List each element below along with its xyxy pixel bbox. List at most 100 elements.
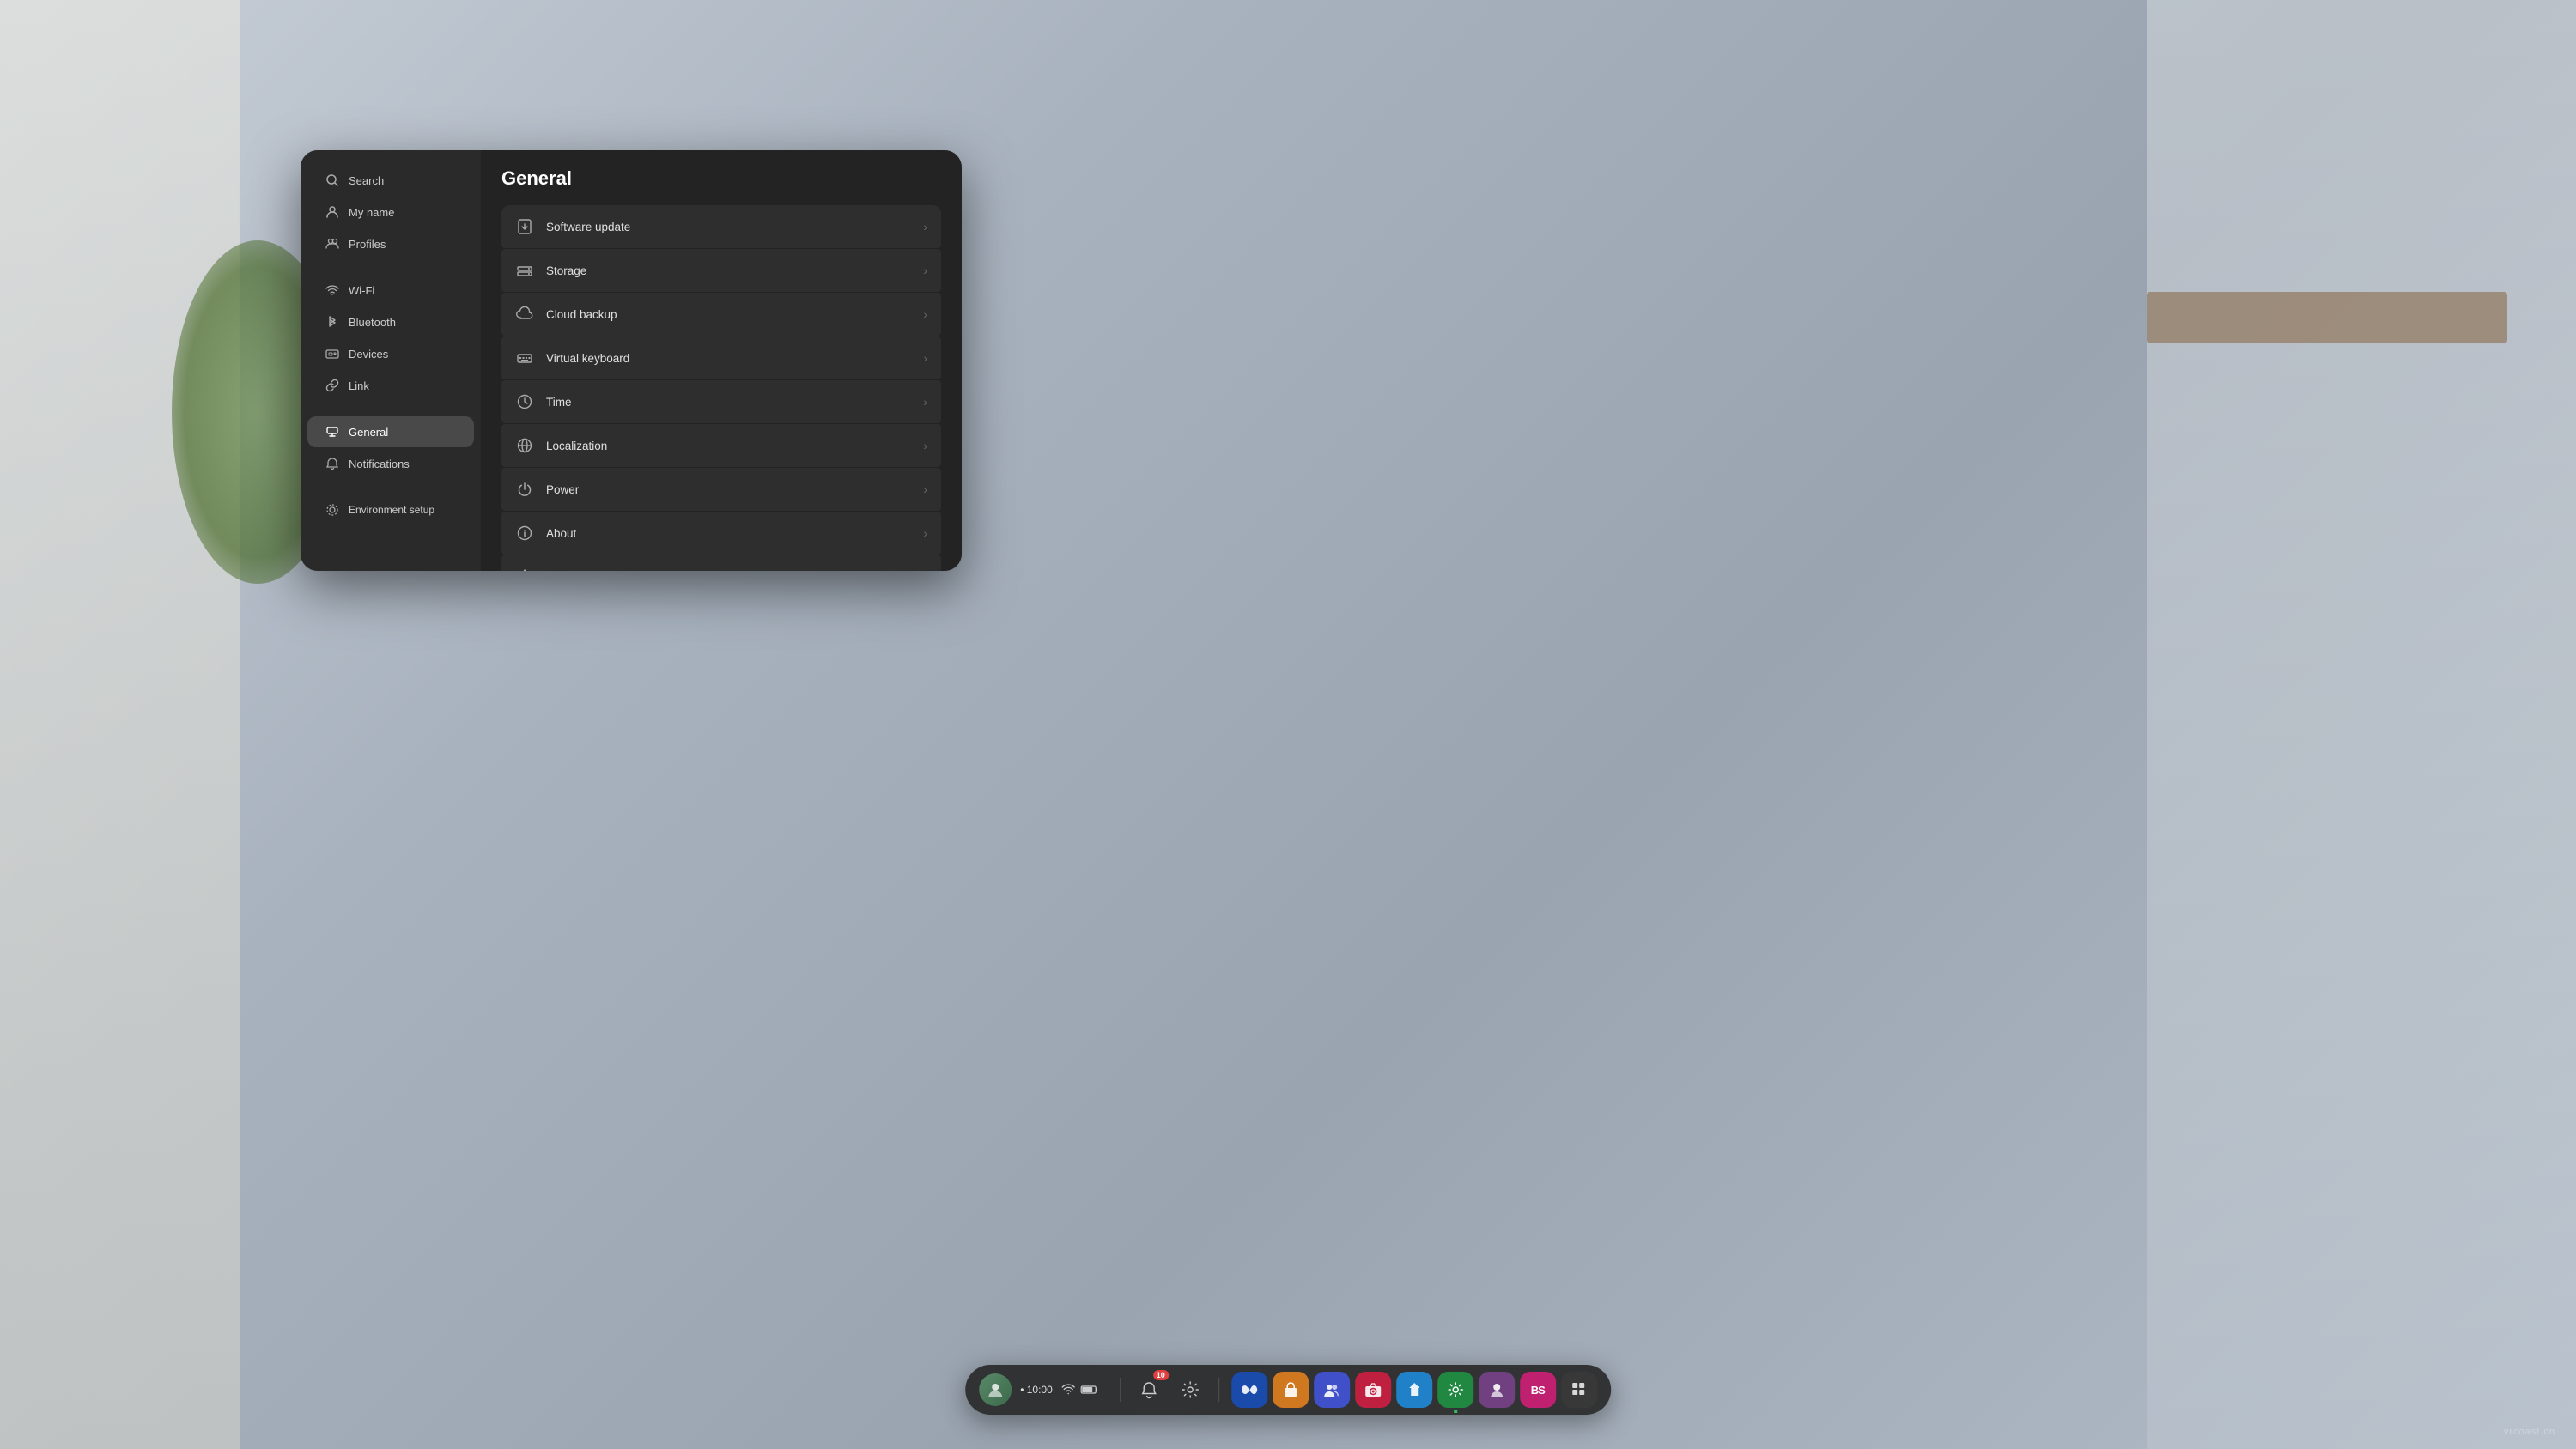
sidebar-label-environment: Environment setup bbox=[349, 504, 434, 516]
row-software-update[interactable]: Software update › bbox=[501, 205, 941, 248]
time-chevron: › bbox=[923, 395, 927, 409]
notification-bell[interactable]: 10 bbox=[1133, 1373, 1165, 1406]
wifi-status-icon bbox=[1061, 1384, 1075, 1396]
row-regulatory[interactable]: Regulatory › bbox=[501, 555, 941, 571]
taskbar-left: • 10:00 bbox=[979, 1373, 1108, 1406]
devices-icon bbox=[325, 346, 340, 361]
app-meta[interactable] bbox=[1231, 1372, 1267, 1408]
bg-window-left bbox=[0, 0, 240, 1449]
avatar-button[interactable] bbox=[979, 1373, 1012, 1406]
general-icon bbox=[325, 424, 340, 440]
sidebar-item-profiles[interactable]: Profiles bbox=[307, 228, 474, 259]
app-camera[interactable] bbox=[1355, 1372, 1391, 1408]
environment-icon bbox=[325, 502, 340, 518]
battery-status-icon bbox=[1080, 1385, 1099, 1395]
row-time[interactable]: Time › bbox=[501, 380, 941, 423]
virtual-keyboard-label: Virtual keyboard bbox=[546, 352, 911, 365]
cloud-backup-chevron: › bbox=[923, 307, 927, 321]
app-avatar[interactable] bbox=[1479, 1372, 1515, 1408]
sidebar-item-bluetooth[interactable]: Bluetooth bbox=[307, 306, 474, 337]
about-label: About bbox=[546, 527, 911, 540]
row-about[interactable]: About › bbox=[501, 512, 941, 555]
storage-chevron: › bbox=[923, 264, 927, 277]
localization-chevron: › bbox=[923, 439, 927, 452]
row-power[interactable]: Power › bbox=[501, 468, 941, 511]
regulatory-icon bbox=[515, 567, 534, 571]
virtual-keyboard-chevron: › bbox=[923, 351, 927, 365]
sidebar: Search My name Profiles bbox=[301, 150, 481, 571]
app-grid[interactable] bbox=[1561, 1372, 1597, 1408]
sidebar-label-devices: Devices bbox=[349, 348, 388, 361]
sidebar-item-myname[interactable]: My name bbox=[307, 197, 474, 227]
sidebar-item-general[interactable]: General bbox=[307, 416, 474, 447]
localization-label: Localization bbox=[546, 440, 911, 452]
row-storage[interactable]: Storage › bbox=[501, 249, 941, 292]
software-update-chevron: › bbox=[923, 220, 927, 233]
sidebar-label-link: Link bbox=[349, 379, 369, 392]
person-icon bbox=[325, 204, 340, 220]
power-icon bbox=[515, 480, 534, 499]
taskbar-divider-right bbox=[1218, 1378, 1219, 1402]
link-icon bbox=[325, 378, 340, 393]
watermark: vrcoast.cn bbox=[2504, 1427, 2555, 1437]
sidebar-label-search: Search bbox=[349, 174, 384, 187]
notification-badge: 10 bbox=[1153, 1370, 1169, 1380]
sidebar-divider-2 bbox=[301, 402, 481, 415]
taskbar: • 10:00 bbox=[965, 1365, 1611, 1415]
app-settings[interactable] bbox=[1437, 1372, 1473, 1408]
taskbar-time: • 10:00 bbox=[1020, 1384, 1053, 1396]
settings-list: Software update › Storage › bbox=[501, 205, 941, 571]
about-icon bbox=[515, 524, 534, 543]
app-beat-saber[interactable]: BS bbox=[1520, 1372, 1556, 1408]
search-icon bbox=[325, 173, 340, 188]
localization-icon bbox=[515, 436, 534, 455]
sidebar-label-wifi: Wi-Fi bbox=[349, 284, 374, 297]
app-social[interactable] bbox=[1314, 1372, 1350, 1408]
sidebar-item-notifications[interactable]: Notifications bbox=[307, 448, 474, 479]
page-title: General bbox=[501, 167, 941, 190]
taskbar-status-icons bbox=[1061, 1384, 1099, 1396]
sidebar-label-myname: My name bbox=[349, 206, 394, 219]
software-update-label: Software update bbox=[546, 221, 911, 233]
wifi-icon bbox=[325, 282, 340, 298]
profiles-icon bbox=[325, 236, 340, 252]
sidebar-item-link[interactable]: Link bbox=[307, 370, 474, 401]
sidebar-item-environment[interactable]: Environment setup bbox=[307, 494, 474, 525]
about-chevron: › bbox=[923, 526, 927, 540]
sidebar-item-wifi[interactable]: Wi-Fi bbox=[307, 275, 474, 306]
main-content: General Software update › bbox=[481, 150, 962, 571]
sidebar-label-profiles: Profiles bbox=[349, 238, 386, 251]
taskbar-apps: BS bbox=[1231, 1372, 1597, 1408]
power-label: Power bbox=[546, 483, 911, 496]
virtual-keyboard-icon bbox=[515, 349, 534, 367]
time-label: Time bbox=[546, 396, 911, 409]
cloud-backup-label: Cloud backup bbox=[546, 308, 911, 321]
sidebar-label-general: General bbox=[349, 426, 388, 439]
row-localization[interactable]: Localization › bbox=[501, 424, 941, 467]
settings-window: Search My name Profiles bbox=[301, 150, 962, 571]
app-browser[interactable] bbox=[1396, 1372, 1432, 1408]
sidebar-label-notifications: Notifications bbox=[349, 458, 410, 470]
notifications-icon bbox=[325, 456, 340, 471]
taskbar-divider-left bbox=[1120, 1378, 1121, 1402]
power-chevron: › bbox=[923, 482, 927, 496]
storage-label: Storage bbox=[546, 264, 911, 277]
sidebar-divider-1 bbox=[301, 260, 481, 274]
time-icon bbox=[515, 392, 534, 411]
regulatory-chevron: › bbox=[923, 570, 927, 571]
bluetooth-icon bbox=[325, 314, 340, 330]
cloud-backup-icon bbox=[515, 305, 534, 324]
software-update-icon bbox=[515, 217, 534, 236]
sidebar-item-search[interactable]: Search bbox=[307, 165, 474, 196]
sidebar-label-bluetooth: Bluetooth bbox=[349, 316, 396, 329]
regulatory-label: Regulatory bbox=[546, 571, 911, 572]
bg-shelf bbox=[2147, 292, 2507, 343]
taskbar-gear[interactable] bbox=[1174, 1373, 1206, 1406]
row-cloud-backup[interactable]: Cloud backup › bbox=[501, 293, 941, 336]
app-store[interactable] bbox=[1273, 1372, 1309, 1408]
sidebar-item-devices[interactable]: Devices bbox=[307, 338, 474, 369]
bg-window-right bbox=[2147, 0, 2576, 1449]
storage-icon bbox=[515, 261, 534, 280]
sidebar-divider-3 bbox=[301, 480, 481, 494]
row-virtual-keyboard[interactable]: Virtual keyboard › bbox=[501, 336, 941, 379]
